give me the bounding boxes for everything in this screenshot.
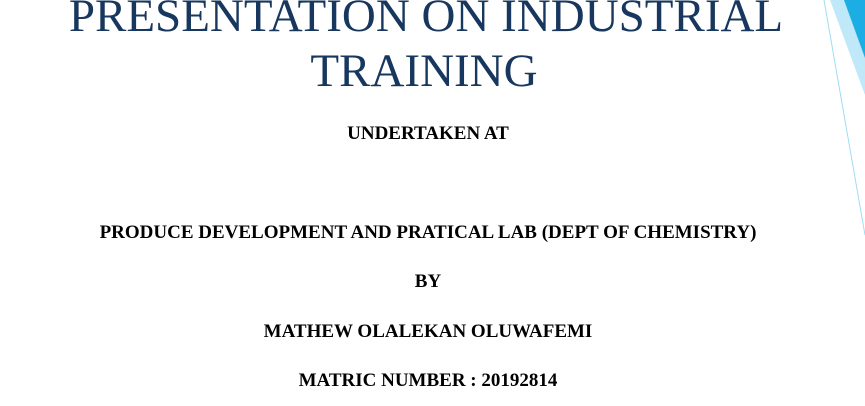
matric-number: MATRIC NUMBER : 20192814 — [298, 370, 558, 391]
slide: PRESENTATION ON INDUSTRIAL TRAINING UNDE… — [0, 0, 865, 406]
slide-title-line-2: TRAINING — [310, 45, 538, 97]
by-label: BY — [414, 271, 442, 292]
slide-title-line-1: PRESENTATION ON INDUSTRIAL — [68, 0, 784, 42]
undertaken-at-label: UNDERTAKEN AT — [347, 123, 509, 144]
training-place: PRODUCE DEVELOPMENT AND PRATICAL LAB (DE… — [99, 222, 757, 243]
student-name: MATHEW OLALEKAN OLUWAFEMI — [263, 321, 593, 342]
